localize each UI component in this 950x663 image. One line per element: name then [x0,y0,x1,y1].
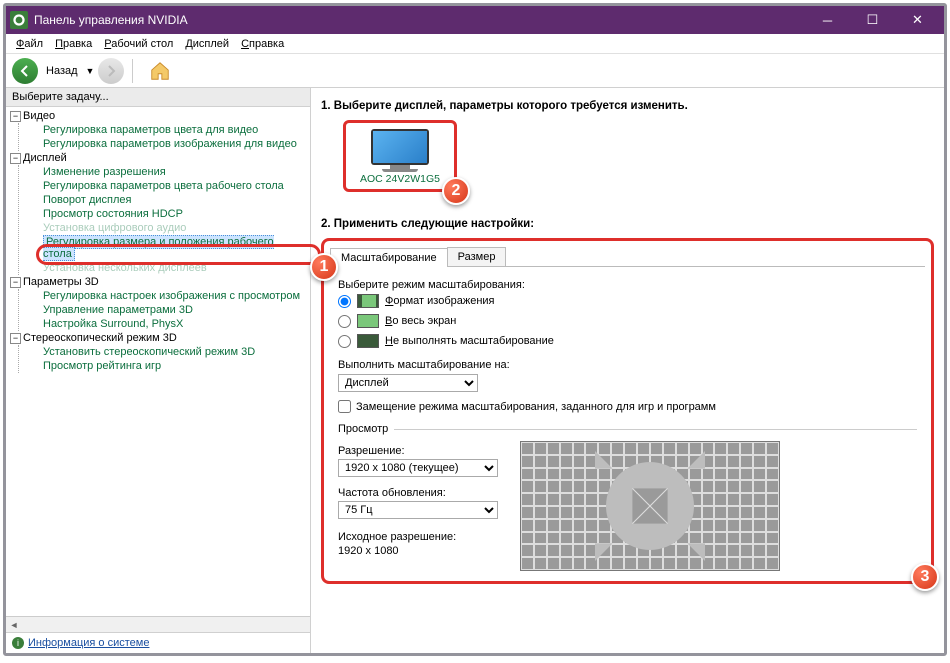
callout-2: 2 [442,177,470,205]
tree-item[interactable]: Просмотр состояния HDCP [19,207,308,221]
tab-size[interactable]: Размер [447,247,507,266]
tree-item[interactable]: Регулировка настроек изображения с просм… [19,289,308,303]
nvidia-icon [10,11,28,29]
display-name[interactable]: AOC 24V2W1G5 [360,173,440,185]
resolution-label: Разрешение: [338,445,498,457]
radio-none-label: Не выполнять масштабирование [385,335,554,347]
tree-item[interactable]: Управление параметрами 3D [19,303,308,317]
tree-toggle[interactable]: − [10,153,21,164]
system-info-link[interactable]: Информация о системе [28,637,149,649]
preview-legend: Просмотр [338,423,394,435]
perform-on-select[interactable]: Дисплей [338,374,478,392]
radio-aspect[interactable] [338,295,351,308]
content-pane: 1. Выберите дисплей, параметры которого … [311,88,944,653]
tree-item[interactable]: Регулировка параметров цвета для видео [19,123,308,137]
tree-category-display[interactable]: −Дисплей [10,151,308,165]
tree-category-video[interactable]: −Видео [10,109,308,123]
radio-none[interactable] [338,335,351,348]
scaling-mode-label: Выберите режим масштабирования: [338,279,917,291]
tree-item[interactable]: Изменение разрешения [19,165,308,179]
native-value: 1920 x 1080 [338,545,498,557]
menu-desktop[interactable]: Рабочий стол [98,36,179,52]
display-selector-highlight: AOC 24V2W1G5 2 [343,120,457,192]
perform-on-label: Выполнить масштабирование на: [338,359,917,371]
tree-item[interactable]: Установка цифрового аудио [19,221,308,235]
toolbar: Назад ▼ [6,54,944,88]
tree-item[interactable]: Настройка Surround, PhysX [19,317,308,331]
back-label: Назад [46,65,78,77]
tabs: Масштабирование Размер [330,247,925,267]
sidebar-footer: i Информация о системе [6,632,310,653]
step2-title: 2. Применить следующие настройки: [321,218,934,230]
mode-icon-full [357,314,379,328]
callout-1: 1 [310,253,338,281]
tree-item[interactable]: Поворот дисплея [19,193,308,207]
tree-category-stereo[interactable]: −Стереоскопический режим 3D [10,331,308,345]
refresh-label: Частота обновления: [338,487,498,499]
back-dropdown[interactable]: ▼ [86,66,95,76]
override-label: Замещение режима масштабирования, заданн… [356,401,716,413]
resolution-select[interactable]: 1920 x 1080 (текущее) [338,459,498,477]
task-tree[interactable]: −Видео Регулировка параметров цвета для … [6,107,310,616]
mode-icon-aspect [357,294,379,308]
tree-item[interactable]: Просмотр рейтинга игр [19,359,308,373]
override-checkbox[interactable] [338,400,351,413]
radio-aspect-label: Формат изображения [385,295,495,307]
callout-3: 3 [911,563,939,591]
native-label: Исходное разрешение: [338,531,498,543]
tree-item[interactable]: Регулировка параметров изображения для в… [19,137,308,151]
monitor-icon[interactable] [371,129,429,171]
sidebar: Выберите задачу... −Видео Регулировка па… [6,88,311,653]
refresh-select[interactable]: 75 Гц [338,501,498,519]
back-button[interactable] [12,58,38,84]
info-icon: i [12,637,24,649]
menu-edit[interactable]: Правка [49,36,98,52]
horizontal-scrollbar[interactable]: ◄ [6,616,310,632]
mode-icon-none [357,334,379,348]
tree-item[interactable]: Регулировка параметров цвета рабочего ст… [19,179,308,193]
tree-item[interactable]: Установить стереоскопический режим 3D [19,345,308,359]
window-title: Панель управления NVIDIA [34,13,805,27]
titlebar: Панель управления NVIDIA ─ ☐ ✕ [6,6,944,34]
forward-button [98,58,124,84]
minimize-button[interactable]: ─ [805,6,850,34]
tree-category-3d[interactable]: −Параметры 3D [10,275,308,289]
tree-toggle[interactable]: − [10,111,21,122]
home-icon[interactable] [149,60,171,82]
sidebar-header: Выберите задачу... [6,88,310,107]
callout-frame-1 [36,244,321,265]
menubar: Файл Правка Рабочий стол Дисплей Справка [6,34,944,54]
radio-fullscreen[interactable] [338,315,351,328]
maximize-button[interactable]: ☐ [850,6,895,34]
step1-title: 1. Выберите дисплей, параметры которого … [321,100,934,112]
menu-help[interactable]: Справка [235,36,290,52]
radio-fullscreen-label: Во весь экран [385,315,456,327]
tree-toggle[interactable]: − [10,333,21,344]
tree-toggle[interactable]: − [10,277,21,288]
menu-display[interactable]: Дисплей [179,36,235,52]
preview-pattern: document.write(Array(200).fill('<div cla… [520,441,780,571]
close-button[interactable]: ✕ [895,6,940,34]
tab-scaling[interactable]: Масштабирование [330,248,448,267]
settings-highlight: Масштабирование Размер Выберите режим ма… [321,238,934,584]
menu-file[interactable]: Файл [10,36,49,52]
